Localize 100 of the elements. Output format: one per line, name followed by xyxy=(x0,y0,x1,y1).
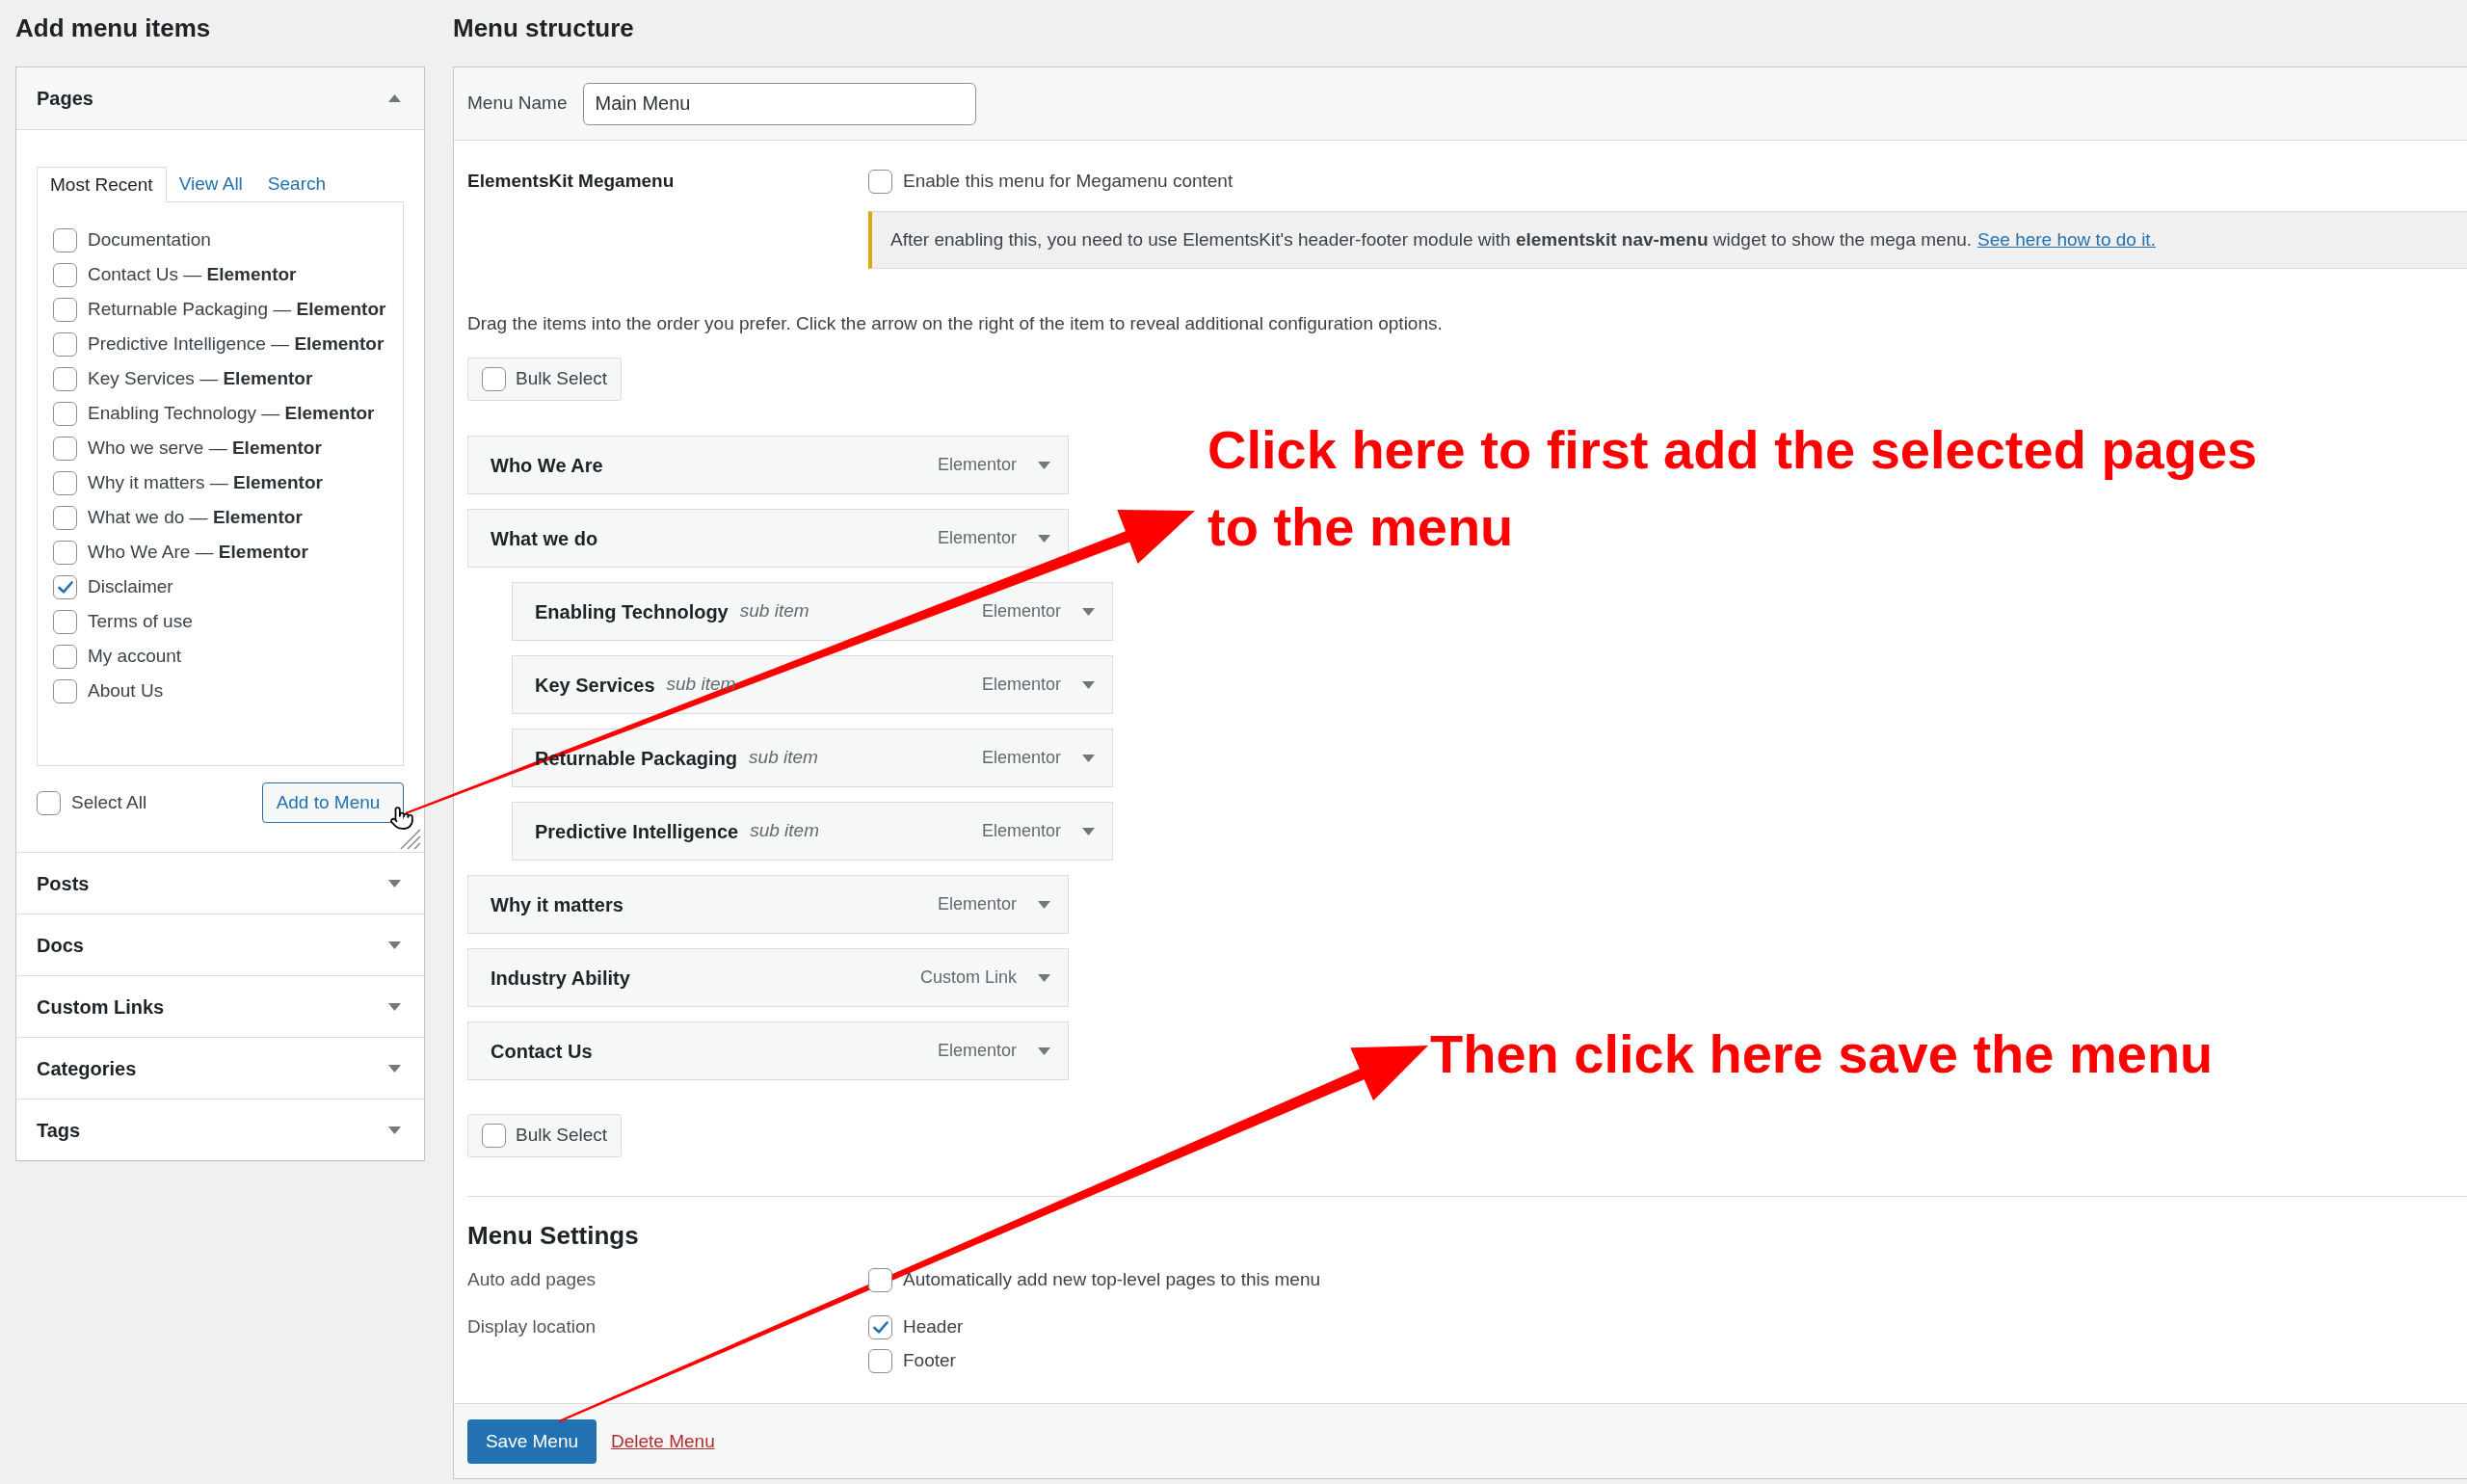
bulk-select-button[interactable]: Bulk Select xyxy=(467,1114,623,1157)
checkbox-label: Key Services — Elementor xyxy=(88,367,313,390)
caret-down-icon xyxy=(388,941,401,949)
caret-down-icon[interactable] xyxy=(1082,754,1095,762)
menu-item[interactable]: Who We Are Elementor xyxy=(467,436,1069,494)
menu-item-title: Industry Ability xyxy=(491,966,630,991)
menu-item-title: Why it matters xyxy=(491,892,623,917)
field-label: Menu Name xyxy=(467,92,568,116)
accordion-header[interactable]: Categories xyxy=(16,1038,424,1099)
checkbox[interactable] xyxy=(53,401,77,426)
annotation-text: Click here to first add the selected pages to the menu xyxy=(1207,418,2259,559)
item-type-label: Elementor xyxy=(937,454,1017,476)
accordion-header[interactable]: Tags xyxy=(16,1100,424,1160)
caret-down-icon xyxy=(388,1126,401,1134)
annotation-text: Then click here save the menu xyxy=(1430,1022,2214,1086)
menu-item-title: Enabling Technology xyxy=(535,599,729,624)
menu-item[interactable]: Why it matters Elementor xyxy=(467,875,1069,934)
checkbox[interactable] xyxy=(53,297,77,322)
checkbox[interactable] xyxy=(482,1124,506,1148)
menu-item[interactable]: Contact Us Elementor xyxy=(467,1021,1069,1080)
accordion-header[interactable]: Posts xyxy=(16,853,424,914)
checkbox-label: About Us xyxy=(88,679,164,702)
caret-down-icon[interactable] xyxy=(1038,973,1050,982)
menu-name-input[interactable]: Main Menu xyxy=(582,82,976,125)
checkbox[interactable] xyxy=(53,262,77,287)
checkbox-label: Terms of use xyxy=(88,610,193,633)
checkbox[interactable] xyxy=(868,1314,892,1339)
delete-menu-link[interactable]: Delete Menu xyxy=(611,1427,715,1456)
checkbox[interactable] xyxy=(53,574,77,599)
caret-down-icon xyxy=(388,1002,401,1011)
checkbox[interactable] xyxy=(53,366,77,391)
checkbox-label: Enabling Technology — Elementor xyxy=(88,402,375,425)
setting-label: Display location xyxy=(467,1315,597,1338)
checkbox-label: Who We Are — Elementor xyxy=(88,541,308,564)
checkbox-label: Returnable Packaging — Elementor xyxy=(88,298,386,321)
caret-down-icon[interactable] xyxy=(1082,607,1095,616)
menu-item[interactable]: Predictive Intelligence sub item Elementor xyxy=(512,802,1113,861)
menu-item[interactable]: Key Services sub item Elementor xyxy=(512,655,1113,714)
settings-heading: Menu Settings xyxy=(467,1220,640,1252)
checkbox[interactable] xyxy=(482,367,506,391)
checkbox[interactable] xyxy=(53,470,77,495)
caret-down-icon[interactable] xyxy=(1038,534,1050,543)
notice-text: After enabling this, you need to use ElementsKit's header-footer module with elementskit nav-menu widget to show the mega menu. xyxy=(890,227,1973,252)
check-icon xyxy=(57,580,73,594)
checkbox[interactable] xyxy=(868,169,892,194)
checkbox[interactable] xyxy=(53,331,77,357)
accordion-header[interactable]: Pages xyxy=(16,67,424,130)
accordion-header[interactable]: Custom Links xyxy=(16,976,424,1037)
check-icon xyxy=(872,1320,889,1334)
item-type-label: Custom Link xyxy=(919,967,1017,989)
checkbox[interactable] xyxy=(53,678,77,703)
tab[interactable]: Search xyxy=(254,167,339,201)
save-menu-button[interactable]: Save Menu xyxy=(467,1419,597,1464)
caret-down-icon[interactable] xyxy=(1038,900,1050,909)
checkbox-label: Predictive Intelligence — Elementor xyxy=(88,332,385,356)
checkbox-label: Contact Us — Elementor xyxy=(88,263,297,286)
checkbox-label: Who we serve — Elementor xyxy=(88,437,322,460)
checkbox[interactable] xyxy=(53,505,77,530)
item-type-label: Elementor xyxy=(937,893,1017,915)
menu-item-title: Who We Are xyxy=(491,453,603,478)
menu-item[interactable]: Enabling Technology sub item Elementor xyxy=(512,582,1113,641)
caret-down-icon[interactable] xyxy=(1082,680,1095,689)
checkbox[interactable] xyxy=(53,644,77,669)
checkbox[interactable] xyxy=(53,436,77,461)
item-type-label: Elementor xyxy=(981,747,1061,769)
accordion-header[interactable]: Docs xyxy=(16,914,424,975)
tab[interactable]: Most Recent xyxy=(37,167,167,202)
help-link[interactable]: See here how to do it. xyxy=(1977,225,2156,254)
checkbox[interactable] xyxy=(37,790,61,815)
checkbox-label: Automatically add new top-level pages to this menu xyxy=(903,1267,1321,1291)
setting-label: Auto add pages xyxy=(467,1268,597,1291)
column-heading: Menu structure xyxy=(453,13,635,44)
item-type-label: Elementor xyxy=(937,527,1017,549)
checkbox-label: Footer xyxy=(903,1348,956,1372)
menu-item[interactable]: What we do Elementor xyxy=(467,509,1069,568)
caret-down-icon[interactable] xyxy=(1082,827,1095,835)
checkbox[interactable] xyxy=(868,1267,892,1292)
tab[interactable]: View All xyxy=(166,167,255,201)
checkbox-label: Why it matters — Elementor xyxy=(88,471,323,494)
checkbox[interactable] xyxy=(868,1348,892,1373)
add-to-menu-button[interactable]: Add to Menu xyxy=(262,782,404,823)
menu-item-title: What we do xyxy=(491,526,598,551)
menu-item[interactable]: Industry Ability Custom Link xyxy=(467,948,1069,1007)
sub-item-note: sub item xyxy=(739,599,809,623)
checkbox-label: Header xyxy=(903,1314,964,1338)
menu-item-title: Predictive Intelligence xyxy=(535,819,739,844)
checkbox-label: My account xyxy=(88,645,182,668)
bulk-select-button[interactable]: Bulk Select xyxy=(467,358,623,401)
item-type-label: Elementor xyxy=(981,674,1061,696)
resize-grip-icon[interactable] xyxy=(400,829,421,850)
checkbox[interactable] xyxy=(53,540,77,565)
caret-down-icon[interactable] xyxy=(1038,461,1050,469)
item-type-label: Elementor xyxy=(981,600,1061,623)
checkbox[interactable] xyxy=(53,609,77,634)
menu-item-title: Key Services xyxy=(535,673,655,698)
sub-item-note: sub item xyxy=(749,746,818,770)
checkbox[interactable] xyxy=(53,227,77,252)
caret-down-icon[interactable] xyxy=(1038,1047,1050,1055)
hand-cursor-icon xyxy=(389,804,414,833)
sub-item-note: sub item xyxy=(666,673,736,697)
